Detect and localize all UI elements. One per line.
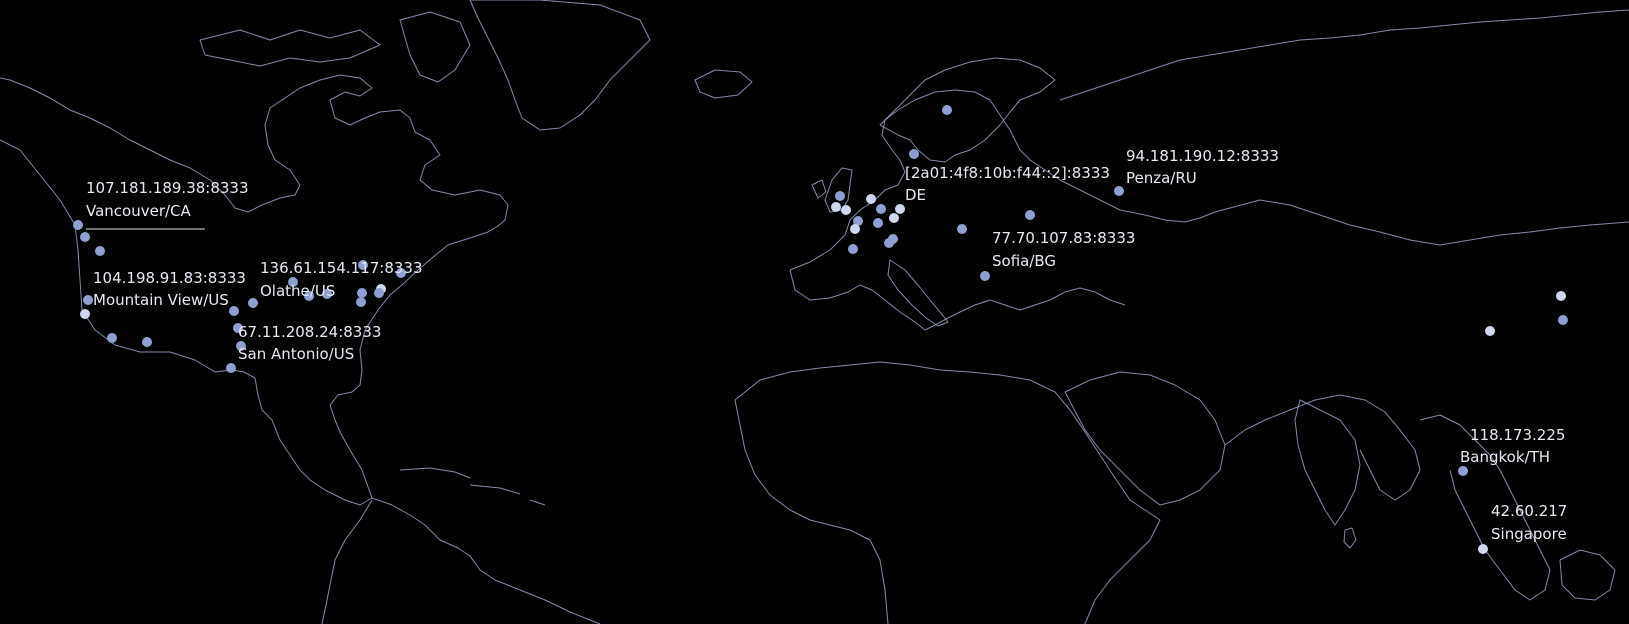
node-address: 77.70.107.83:8333	[992, 229, 1135, 247]
node-location: Penza/RU	[1126, 169, 1197, 187]
ocean-background	[0, 0, 1629, 624]
node-dot[interactable]	[1556, 291, 1566, 301]
node-dot[interactable]	[980, 271, 990, 281]
node-dot[interactable]	[957, 224, 967, 234]
node-location: Sofia/BG	[992, 252, 1056, 270]
node-dot[interactable]	[1558, 315, 1568, 325]
node-dot[interactable]	[1485, 326, 1495, 336]
node-address: 136.61.154.117:8333	[260, 259, 423, 277]
node-dot[interactable]	[142, 337, 152, 347]
node-dot[interactable]	[374, 288, 384, 298]
node-dot[interactable]	[73, 220, 83, 230]
node-dot[interactable]	[850, 224, 860, 234]
node-dot[interactable]	[942, 105, 952, 115]
node-address: 118.173.225	[1470, 426, 1565, 444]
node-dot[interactable]	[866, 194, 876, 204]
node-dot[interactable]	[876, 204, 886, 214]
node-address: 42.60.217	[1491, 502, 1567, 520]
node-dot[interactable]	[80, 309, 90, 319]
world-map[interactable]: 107.181.189.38:8333 Vancouver/CA 104.198…	[0, 0, 1629, 624]
node-dot[interactable]	[1025, 210, 1035, 220]
node-dot[interactable]	[107, 333, 117, 343]
node-address: 104.198.91.83:8333	[93, 269, 246, 287]
node-dot[interactable]	[1478, 544, 1488, 554]
node-location: Bangkok/TH	[1460, 448, 1550, 466]
node-dot[interactable]	[841, 205, 851, 215]
node-dot[interactable]	[1458, 466, 1468, 476]
node-location: Mountain View/US	[93, 291, 229, 309]
world-map-svg[interactable]: 107.181.189.38:8333 Vancouver/CA 104.198…	[0, 0, 1629, 624]
node-location: Singapore	[1491, 525, 1567, 543]
node-dot[interactable]	[895, 204, 905, 214]
node-address: 94.181.190.12:8333	[1126, 147, 1279, 165]
node-location: San Antonio/US	[238, 345, 354, 363]
node-dot[interactable]	[248, 298, 258, 308]
node-dot[interactable]	[229, 306, 239, 316]
node-location: Vancouver/CA	[86, 202, 192, 220]
node-dot[interactable]	[226, 363, 236, 373]
node-dot[interactable]	[909, 149, 919, 159]
node-dot[interactable]	[1114, 186, 1124, 196]
node-dot[interactable]	[356, 297, 366, 307]
node-dot[interactable]	[83, 295, 93, 305]
node-address: 107.181.189.38:8333	[86, 179, 249, 197]
node-dot[interactable]	[873, 218, 883, 228]
node-dot[interactable]	[80, 232, 90, 242]
node-address: [2a01:4f8:10b:f44::2]:8333	[905, 164, 1110, 182]
node-location: DE	[905, 186, 926, 204]
node-dot[interactable]	[831, 202, 841, 212]
node-dot[interactable]	[848, 244, 858, 254]
node-location: Olathe/US	[260, 282, 335, 300]
node-dot[interactable]	[888, 234, 898, 244]
node-dot[interactable]	[357, 288, 367, 298]
node-dot[interactable]	[95, 246, 105, 256]
node-address: 67.11.208.24:8333	[238, 323, 381, 341]
node-dot[interactable]	[889, 213, 899, 223]
node-dot[interactable]	[835, 191, 845, 201]
